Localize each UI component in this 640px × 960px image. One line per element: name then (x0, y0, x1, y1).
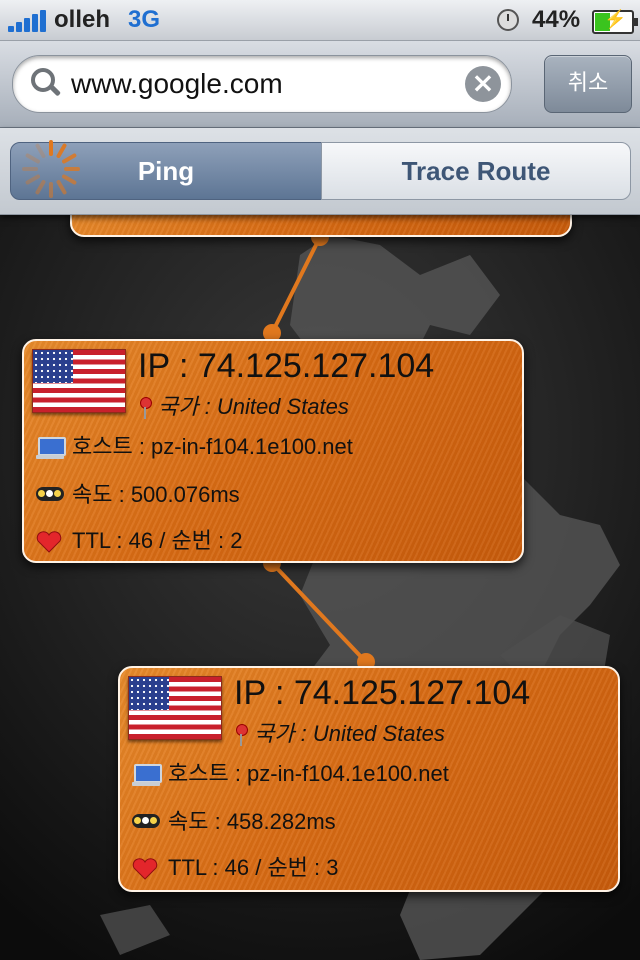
segmented-control: Ping Trace Route (0, 128, 640, 215)
network-type: 3G (128, 6, 161, 33)
ttl-text: TTL : 46 / 순번 : 2 (72, 528, 243, 553)
us-flag-icon (32, 349, 126, 413)
search-icon (31, 68, 62, 97)
us-flag-icon (128, 676, 222, 740)
status-bar: olleh 3G 44% ⚡ (0, 0, 640, 41)
computer-icon (36, 437, 66, 460)
country: 국가 : United States (234, 716, 445, 748)
speed-text: 속도 : 500.076ms (72, 482, 240, 507)
clear-icon[interactable]: × (465, 66, 501, 102)
battery-percent: 44% (532, 6, 581, 33)
country: 국가 : United States (138, 389, 349, 421)
country-text: 국가 : United States (158, 394, 349, 419)
speed-text: 속도 : 458.282ms (168, 809, 336, 834)
speed-row: 속도 : 458.282ms (132, 804, 336, 836)
search-field[interactable]: × (12, 55, 512, 113)
traffic-light-icon (36, 487, 64, 502)
map-pin-icon (234, 724, 248, 747)
search-input[interactable] (71, 64, 451, 104)
clock-icon (497, 9, 519, 31)
host-row: 호스트 : pz-in-f104.1e100.net (132, 756, 449, 788)
map-pin-icon (138, 397, 152, 420)
speed-row: 속도 : 500.076ms (36, 477, 240, 509)
tab-trace-route[interactable]: Trace Route (321, 142, 631, 200)
host-text: 호스트 : pz-in-f104.1e100.net (168, 761, 449, 786)
search-bar: × 취소 (0, 41, 640, 128)
ttl-text: TTL : 46 / 순번 : 3 (168, 855, 339, 880)
computer-icon (132, 764, 162, 787)
ip-address: IP : 74.125.127.104 (138, 347, 435, 385)
country-text: 국가 : United States (254, 721, 445, 746)
result-card[interactable]: IP : 74.125.127.104 국가 : United States 호… (118, 666, 620, 892)
result-card[interactable]: IP : 74.125.127.104 국가 : United States 호… (22, 339, 524, 563)
ttl-row: TTL : 46 / 순번 : 2 (36, 523, 243, 555)
traffic-light-icon (132, 814, 160, 829)
route-map[interactable]: IP : 74.125.127.104 국가 : United States 호… (0, 215, 640, 960)
spinner-icon (22, 140, 80, 198)
cancel-button[interactable]: 취소 (544, 55, 632, 113)
ip-address: IP : 74.125.127.104 (234, 674, 531, 712)
heart-icon (36, 531, 64, 553)
battery-icon: ⚡ (592, 9, 638, 34)
signal-bars-icon (8, 10, 48, 32)
carrier-name: olleh (54, 6, 111, 33)
heart-icon (132, 858, 160, 880)
host-row: 호스트 : pz-in-f104.1e100.net (36, 429, 353, 461)
ttl-row: TTL : 46 / 순번 : 3 (132, 850, 339, 882)
result-card-previous (70, 215, 572, 237)
host-text: 호스트 : pz-in-f104.1e100.net (72, 434, 353, 459)
